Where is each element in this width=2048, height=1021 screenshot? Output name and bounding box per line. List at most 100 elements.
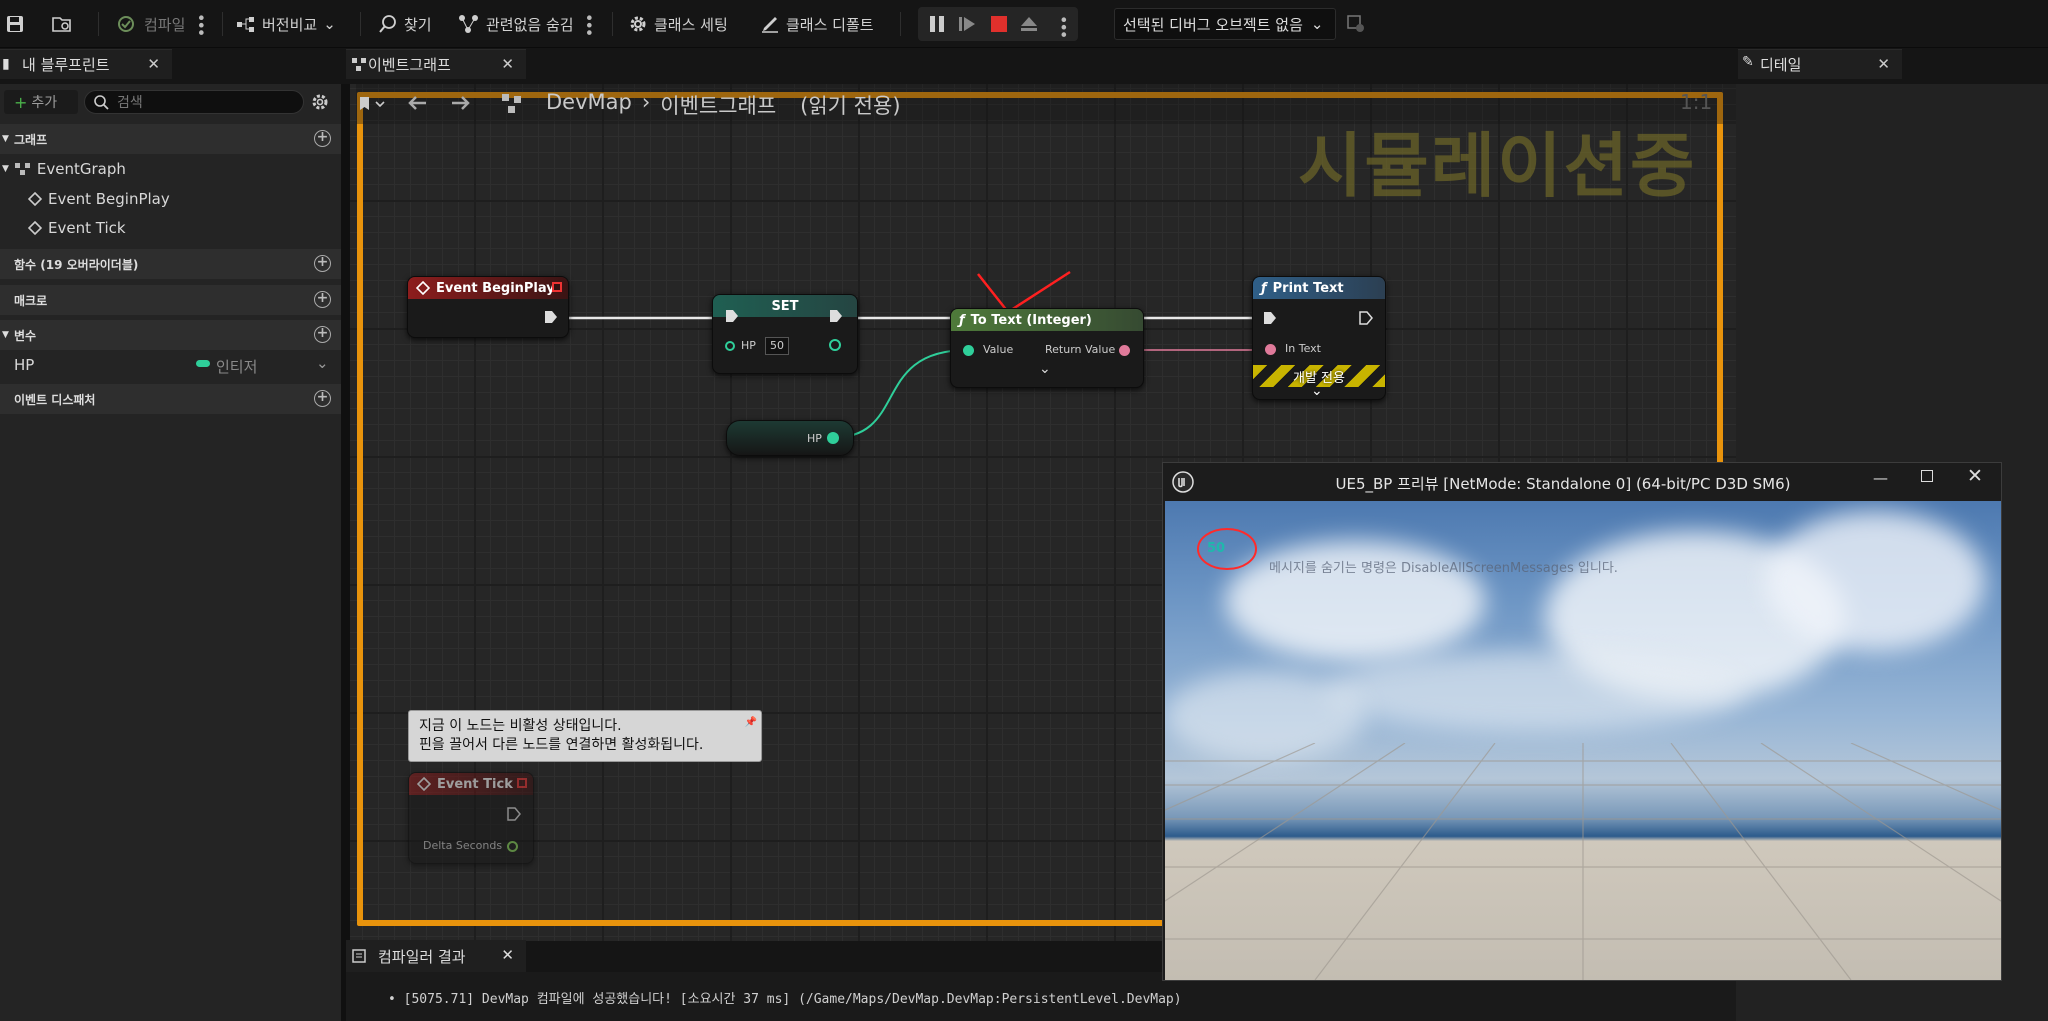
node-print-text[interactable]: ƒ Print Text In Text 개발 전용 ⌄: [1252, 276, 1386, 400]
integer-type-icon: [196, 360, 210, 367]
beginplay-label: Event BeginPlay: [48, 190, 170, 208]
tree-item-eventtick[interactable]: Event Tick: [28, 219, 126, 237]
main-toolbar: 컴파일 ••• 버전비교 ⌄ 찾기 관련없음 숨김 ••• 클래스 세팅 클래스…: [0, 0, 2048, 48]
section-macros[interactable]: 매크로 +: [0, 285, 341, 315]
hide-unrelated-button[interactable]: 관련없음 숨김 •••: [458, 10, 599, 38]
variable-row-hp[interactable]: HP 인티저 ⌄: [14, 354, 336, 376]
int-out-pin[interactable]: [829, 339, 841, 351]
compile-options-icon[interactable]: •••: [191, 13, 210, 35]
tab-details[interactable]: ✎ 디테일 ✕: [1738, 49, 1902, 79]
node-header: Event Tick: [409, 773, 533, 795]
close-icon[interactable]: ✕: [501, 55, 514, 73]
compile-button[interactable]: 컴파일 •••: [116, 10, 210, 38]
event-icon: [417, 777, 431, 791]
expand-chevron-icon[interactable]: ⌄: [1039, 361, 1051, 377]
exec-out-pin[interactable]: [544, 310, 558, 324]
minimize-icon[interactable]: —: [1873, 469, 1888, 487]
add-button[interactable]: + 추가: [4, 90, 78, 114]
section-variables-label: 변수: [14, 328, 37, 343]
gear-icon[interactable]: [311, 93, 329, 111]
triangle-down-icon: ▼: [2, 164, 9, 174]
debug-object-select[interactable]: 선택된 디버그 오브젝트 없음 ⌄: [1114, 8, 1336, 40]
hide-unrelated-options-icon[interactable]: •••: [580, 13, 599, 35]
exec-out-pin[interactable]: [1359, 311, 1373, 325]
compiler-message: [5075.71] DevMap 컴파일에 성공했습니다! [소요시간 37 m…: [403, 992, 1182, 1007]
node-event-beginplay[interactable]: Event BeginPlay: [407, 276, 569, 338]
add-graph-icon[interactable]: +: [314, 130, 331, 147]
red-circle-annotation: [1197, 528, 1257, 570]
section-functions[interactable]: 함수 (19 오버라이더블) +: [0, 249, 341, 279]
variable-type: 인티저: [216, 358, 258, 376]
preview-titlebar[interactable]: UE5_BP 프리뷰 [NetMode: Standalone 0] (64-b…: [1163, 463, 2001, 499]
stop-icon[interactable]: [990, 15, 1008, 33]
tree-item-eventgraph[interactable]: ▼ EventGraph: [2, 160, 126, 178]
int-value-field[interactable]: 50: [765, 337, 789, 355]
tab-compiler-results[interactable]: 컴파일러 결과 ✕: [346, 940, 526, 972]
search-input[interactable]: 검색: [84, 90, 304, 114]
exec-out-pin[interactable]: [507, 807, 521, 821]
node-get-hp[interactable]: HP: [726, 420, 854, 456]
pin-label: HP: [741, 339, 756, 352]
close-icon[interactable]: ✕: [147, 55, 160, 73]
float-out-pin[interactable]: [507, 841, 518, 852]
pause-icon[interactable]: [928, 15, 946, 33]
exec-out-pin[interactable]: [829, 309, 843, 323]
int-in-pin[interactable]: [725, 341, 735, 351]
int-in-pin[interactable]: [963, 345, 974, 356]
diff-button[interactable]: 버전비교 ⌄: [236, 10, 336, 38]
search-icon: [94, 95, 109, 110]
close-icon[interactable]: ✕: [501, 946, 514, 964]
section-dispatchers[interactable]: 이벤트 디스패처 +: [0, 384, 341, 414]
text-out-pin[interactable]: [1119, 345, 1130, 356]
pin-icon[interactable]: 📌: [745, 713, 757, 732]
gear-icon: [630, 16, 646, 32]
eventtick-label: Event Tick: [48, 219, 126, 237]
edit-icon: ✎: [1742, 54, 1754, 70]
exec-in-pin[interactable]: [1263, 311, 1277, 325]
tab-eventgraph[interactable]: 이벤트그래프 ✕: [346, 49, 526, 79]
checker-floor: [1165, 743, 2001, 980]
node-header: ƒ Print Text: [1253, 277, 1385, 299]
add-function-icon[interactable]: +: [314, 255, 331, 272]
find-button[interactable]: 찾기: [378, 10, 432, 38]
section-functions-label: 함수 (19 오버라이더블): [14, 257, 139, 272]
maximize-icon[interactable]: [1921, 470, 1933, 482]
class-settings-button[interactable]: 클래스 세팅: [628, 10, 728, 38]
int-out-pin[interactable]: [827, 432, 839, 444]
delegate-pin[interactable]: [552, 282, 562, 292]
exec-in-pin[interactable]: [725, 309, 739, 323]
class-defaults-button[interactable]: 클래스 디폴트: [760, 10, 874, 38]
save-button[interactable]: [6, 10, 24, 38]
close-icon[interactable]: ✕: [1877, 55, 1890, 73]
expand-chevron-icon[interactable]: ⌄: [1311, 383, 1323, 399]
add-macro-icon[interactable]: +: [314, 291, 331, 308]
tab-my-blueprint[interactable]: ▮ 내 블루프린트 ✕: [0, 49, 172, 79]
node-title: Event BeginPlay: [436, 280, 555, 296]
chevron-down-icon[interactable]: ⌄: [316, 354, 329, 372]
variable-name: HP: [14, 356, 35, 374]
section-graphs[interactable]: ▼ 그래프 +: [0, 124, 341, 154]
text-in-pin[interactable]: [1265, 344, 1276, 355]
add-dispatcher-icon[interactable]: +: [314, 390, 331, 407]
compiler-message-row: • [5075.71] DevMap 컴파일에 성공했습니다! [소요시간 37…: [388, 988, 1182, 1007]
node-event-tick[interactable]: Event Tick Delta Seconds: [408, 772, 534, 864]
pin-label: Delta Seconds: [423, 839, 503, 852]
compile-icon: [118, 16, 134, 32]
eject-icon[interactable]: [1020, 15, 1038, 33]
close-icon[interactable]: ✕: [1967, 465, 1983, 487]
pin-label: Return Value: [1045, 343, 1116, 356]
delegate-pin[interactable]: [517, 778, 527, 788]
node-set-hp[interactable]: SET HP 50: [712, 294, 858, 374]
section-variables[interactable]: ▼ 변수 +: [0, 320, 341, 350]
add-variable-icon[interactable]: +: [314, 326, 331, 343]
tree-item-beginplay[interactable]: Event BeginPlay: [28, 190, 170, 208]
debug-filter-icon[interactable]: [1346, 14, 1366, 34]
splitter[interactable]: [341, 84, 350, 1021]
node-to-text-integer[interactable]: ƒ To Text (Integer) Value Return Value ⌄: [950, 308, 1144, 388]
pie-preview-window[interactable]: UE5_BP 프리뷰 [NetMode: Standalone 0] (64-b…: [1162, 462, 2002, 981]
section-dispatchers-label: 이벤트 디스패처: [14, 392, 96, 407]
game-viewport[interactable]: 50 메시지를 숨기는 명령은 DisableAllScreenMessages…: [1165, 501, 2001, 980]
step-icon[interactable]: [958, 15, 976, 33]
browse-button[interactable]: [52, 10, 72, 38]
play-options-icon[interactable]: •••: [1054, 15, 1073, 37]
